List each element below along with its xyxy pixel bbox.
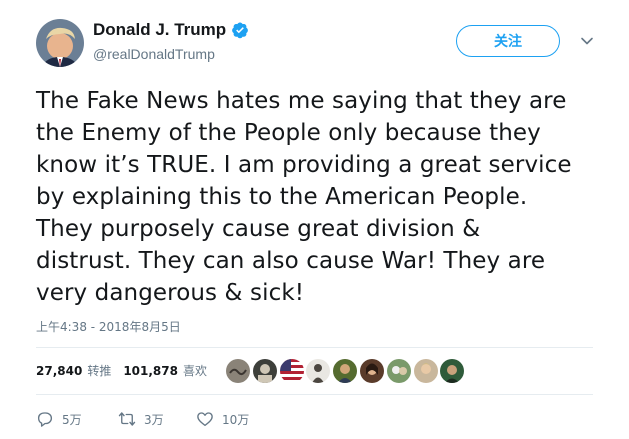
like-count: 10万 [222,412,250,427]
tweet-line: The Fake News hates me saying that they … [36,88,567,114]
liker-avatar[interactable] [440,359,465,383]
liker-avatar[interactable] [226,359,250,383]
liker-avatar[interactable] [413,359,438,383]
retweet-count: 3万 [144,412,164,427]
liker-avatar[interactable] [359,359,384,383]
retweet-button[interactable]: 3万 [118,410,196,428]
tweet-line: the Enemy of the People only because the… [36,120,541,146]
tweet-text: The Fake News hates me saying that they … [36,85,596,309]
retweets-stat[interactable]: 27,840 转推 [36,362,111,379]
author-avatar[interactable] [36,19,84,67]
tweet-actions: 5万 3万 10万 [36,410,249,428]
liker-avatar[interactable] [306,359,331,383]
likes-count: 101,878 [123,363,178,378]
liker-avatar[interactable] [279,359,304,383]
likes-label: 喜欢 [182,364,207,378]
heart-icon [197,412,213,427]
author-name[interactable]: Donald J. Trump [93,20,249,40]
tweet-line: by explaining this to the American Peopl… [36,184,528,210]
tweet-line: They purposely cause great division & [36,216,481,242]
liker-avatar[interactable] [333,359,358,383]
retweet-icon [118,412,136,426]
liker-avatar[interactable] [386,359,411,383]
verified-badge-icon [232,22,249,39]
chevron-down-icon[interactable] [579,33,595,49]
follow-button[interactable]: 关注 [456,25,560,57]
tweet-line: very dangerous & sick! [36,280,305,306]
reply-icon [37,412,53,427]
likes-stat[interactable]: 101,878 喜欢 [123,362,207,379]
tweet-line: distrust. They can also cause War! They … [36,248,546,274]
reply-button[interactable]: 5万 [36,410,118,428]
divider [36,347,593,348]
tweet-stats: 27,840 转推 101,878 喜欢 [36,362,207,379]
author-handle[interactable]: @realDonaldTrump [93,46,215,62]
tweet-line: know it’s TRUE. I am providing a great s… [36,152,572,178]
liker-avatar[interactable] [252,359,277,383]
divider [36,394,593,395]
like-button[interactable]: 10万 [196,410,249,428]
liker-avatars [226,359,467,383]
reply-count: 5万 [62,412,82,427]
tweet-timestamp[interactable]: 上午4:38 - 2018年8月5日 [36,318,181,335]
retweets-count: 27,840 [36,363,83,378]
author-display-name[interactable]: Donald J. Trump [93,20,226,40]
retweets-label: 转推 [87,364,112,378]
